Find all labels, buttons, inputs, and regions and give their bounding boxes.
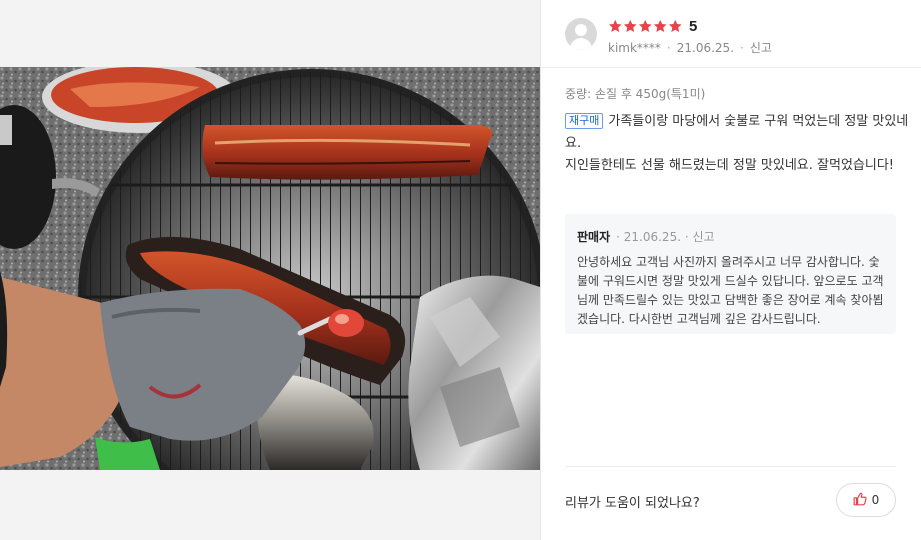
photo-pane xyxy=(0,0,540,540)
footer-divider xyxy=(565,466,896,467)
like-count: 0 xyxy=(871,493,880,507)
thumbs-up-icon xyxy=(853,491,867,510)
avatar-body xyxy=(570,38,592,50)
review-text-line2: 지인들한테도 선물 해드렸는데 정말 맛있네요. 잘먹었습니다! xyxy=(565,158,895,173)
star-icon xyxy=(623,19,637,32)
review-photo[interactable] xyxy=(0,67,540,470)
review-meta: kimk**** · 21.06.25. · 신고 xyxy=(608,39,772,56)
reply-report-link[interactable]: 신고 xyxy=(692,230,714,244)
grilled-eel-photo xyxy=(0,67,540,470)
purchase-option: 중량: 손질 후 450g(특1미) xyxy=(565,87,706,101)
reply-meta: · 21.06.25. · 신고 xyxy=(616,230,715,244)
star-icon xyxy=(668,19,682,32)
like-button[interactable]: 0 xyxy=(836,483,896,517)
avatar-head xyxy=(575,24,587,36)
review-viewer: 5 kimk**** · 21.06.25. · 신고 중량: 손질 후 450… xyxy=(0,0,921,540)
reviewer-id: kimk**** xyxy=(608,40,661,55)
meta-separator: · xyxy=(666,40,671,55)
meta-separator: · xyxy=(740,40,744,55)
star-icon xyxy=(638,19,652,32)
header-divider xyxy=(541,67,921,68)
rating-value: 5 xyxy=(689,17,698,35)
report-link[interactable]: 신고 xyxy=(750,39,772,56)
star-icon xyxy=(608,19,622,32)
review-text: 재구매 가족들이랑 마당에서 숯불로 구워 먹었는데 정말 맛있네요. 지인들한테… xyxy=(565,111,910,177)
review-date: 21.06.25. xyxy=(676,40,735,55)
review-text-line1: 가족들이랑 마당에서 숯불로 구워 먹었는데 정말 맛있네요. xyxy=(565,114,909,151)
repurchase-badge: 재구매 xyxy=(565,113,604,129)
helpful-question: 리뷰가 도움이 되었나요? xyxy=(565,496,700,511)
seller-reply: 판매자 · 21.06.25. · 신고 안녕하세요 고객님 사진까지 올려주시… xyxy=(565,214,896,334)
review-panel: 5 kimk**** · 21.06.25. · 신고 중량: 손질 후 450… xyxy=(540,0,921,540)
avatar xyxy=(565,18,597,50)
star-row xyxy=(608,19,683,34)
reply-date: 21.06.25. xyxy=(623,230,682,244)
star-icon xyxy=(653,19,667,32)
reply-header: 판매자 · 21.06.25. · 신고 xyxy=(577,228,884,245)
seller-label: 판매자 xyxy=(577,230,611,244)
reply-text: 안녕하세요 고객님 사진까지 올려주시고 너무 감사합니다. 숯불에 구워드시면… xyxy=(577,255,884,326)
star-rating: 5 xyxy=(608,17,697,35)
